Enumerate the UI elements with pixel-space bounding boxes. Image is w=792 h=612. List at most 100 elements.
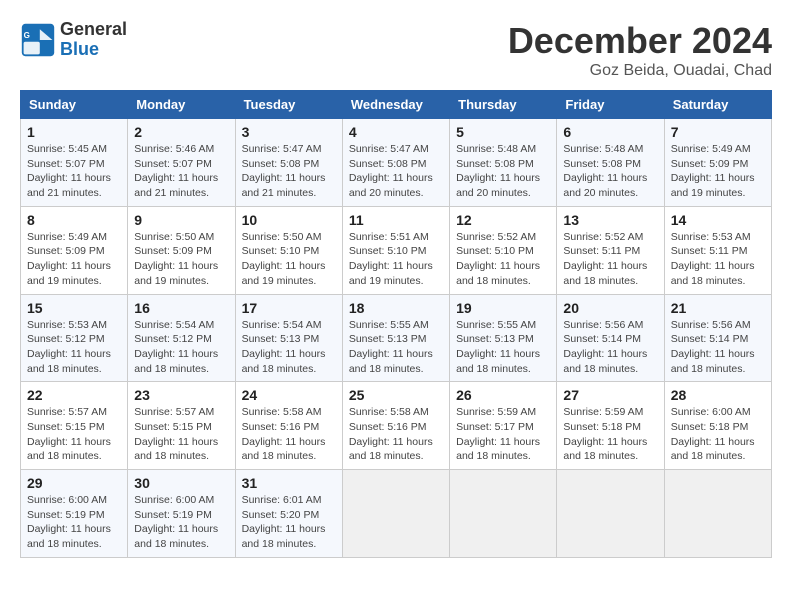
- day-number: 2: [134, 124, 228, 140]
- calendar-day-12: 12 Sunrise: 5:52 AM Sunset: 5:10 PM Dayli…: [450, 206, 557, 294]
- day-info: Sunrise: 5:55 AM Sunset: 5:13 PM Dayligh…: [456, 318, 550, 377]
- day-info: Sunrise: 5:48 AM Sunset: 5:08 PM Dayligh…: [563, 142, 657, 201]
- day-info: Sunrise: 5:49 AM Sunset: 5:09 PM Dayligh…: [27, 230, 121, 289]
- day-info: Sunrise: 5:47 AM Sunset: 5:08 PM Dayligh…: [242, 142, 336, 201]
- day-info: Sunrise: 5:48 AM Sunset: 5:08 PM Dayligh…: [456, 142, 550, 201]
- day-info: Sunrise: 5:51 AM Sunset: 5:10 PM Dayligh…: [349, 230, 443, 289]
- day-number: 25: [349, 387, 443, 403]
- calendar-day-27: 27 Sunrise: 5:59 AM Sunset: 5:18 PM Dayli…: [557, 382, 664, 470]
- day-info: Sunrise: 5:50 AM Sunset: 5:10 PM Dayligh…: [242, 230, 336, 289]
- calendar-day-20: 20 Sunrise: 5:56 AM Sunset: 5:14 PM Dayli…: [557, 294, 664, 382]
- calendar-day-18: 18 Sunrise: 5:55 AM Sunset: 5:13 PM Dayli…: [342, 294, 449, 382]
- calendar-day-29: 29Sunrise: 6:00 AM Sunset: 5:19 PM Dayli…: [21, 470, 128, 558]
- day-info: Sunrise: 5:53 AM Sunset: 5:12 PM Dayligh…: [27, 318, 121, 377]
- day-info: Sunrise: 5:53 AM Sunset: 5:11 PM Dayligh…: [671, 230, 765, 289]
- weekday-header-tuesday: Tuesday: [235, 91, 342, 119]
- calendar-day-13: 13 Sunrise: 5:52 AM Sunset: 5:11 PM Dayli…: [557, 206, 664, 294]
- calendar-day-7: 7Sunrise: 5:49 AM Sunset: 5:09 PM Daylig…: [664, 119, 771, 207]
- calendar-day-21: 21Sunrise: 5:56 AM Sunset: 5:14 PM Dayli…: [664, 294, 771, 382]
- day-info: Sunrise: 5:50 AM Sunset: 5:09 PM Dayligh…: [134, 230, 228, 289]
- calendar-day-23: 23 Sunrise: 5:57 AM Sunset: 5:15 PM Dayli…: [128, 382, 235, 470]
- day-number: 13: [563, 212, 657, 228]
- day-info: Sunrise: 5:52 AM Sunset: 5:10 PM Dayligh…: [456, 230, 550, 289]
- calendar-week-2: 8 Sunrise: 5:49 AM Sunset: 5:09 PM Daylig…: [21, 206, 772, 294]
- day-number: 17: [242, 300, 336, 316]
- location-title: Goz Beida, Ouadai, Chad: [508, 62, 772, 80]
- calendar-day-5: 5 Sunrise: 5:48 AM Sunset: 5:08 PM Daylig…: [450, 119, 557, 207]
- day-number: 12: [456, 212, 550, 228]
- day-info: Sunrise: 5:54 AM Sunset: 5:12 PM Dayligh…: [134, 318, 228, 377]
- day-info: Sunrise: 5:55 AM Sunset: 5:13 PM Dayligh…: [349, 318, 443, 377]
- day-number: 6: [563, 124, 657, 140]
- day-number: 20: [563, 300, 657, 316]
- day-number: 24: [242, 387, 336, 403]
- calendar-week-5: 29Sunrise: 6:00 AM Sunset: 5:19 PM Dayli…: [21, 470, 772, 558]
- empty-cell: [664, 470, 771, 558]
- day-number: 10: [242, 212, 336, 228]
- calendar-day-16: 16Sunrise: 5:54 AM Sunset: 5:12 PM Dayli…: [128, 294, 235, 382]
- day-info: Sunrise: 6:00 AM Sunset: 5:18 PM Dayligh…: [671, 405, 765, 464]
- calendar-day-17: 17 Sunrise: 5:54 AM Sunset: 5:13 PM Dayli…: [235, 294, 342, 382]
- day-number: 19: [456, 300, 550, 316]
- logo-line1: General: [60, 20, 127, 40]
- calendar-day-10: 10 Sunrise: 5:50 AM Sunset: 5:10 PM Dayli…: [235, 206, 342, 294]
- day-number: 18: [349, 300, 443, 316]
- day-info: Sunrise: 5:46 AM Sunset: 5:07 PM Dayligh…: [134, 142, 228, 201]
- day-info: Sunrise: 5:58 AM Sunset: 5:16 PM Dayligh…: [349, 405, 443, 464]
- day-number: 31: [242, 475, 336, 491]
- day-number: 27: [563, 387, 657, 403]
- calendar-day-25: 25 Sunrise: 5:58 AM Sunset: 5:16 PM Dayli…: [342, 382, 449, 470]
- day-number: 7: [671, 124, 765, 140]
- svg-text:G: G: [24, 31, 30, 40]
- calendar-day-31: 31 Sunrise: 6:01 AM Sunset: 5:20 PM Dayli…: [235, 470, 342, 558]
- calendar-week-4: 22Sunrise: 5:57 AM Sunset: 5:15 PM Dayli…: [21, 382, 772, 470]
- day-info: Sunrise: 6:01 AM Sunset: 5:20 PM Dayligh…: [242, 493, 336, 552]
- day-info: Sunrise: 5:56 AM Sunset: 5:14 PM Dayligh…: [563, 318, 657, 377]
- calendar-day-28: 28 Sunrise: 6:00 AM Sunset: 5:18 PM Dayli…: [664, 382, 771, 470]
- title-area: December 2024 Goz Beida, Ouadai, Chad: [508, 20, 772, 80]
- day-info: Sunrise: 5:58 AM Sunset: 5:16 PM Dayligh…: [242, 405, 336, 464]
- weekday-header-friday: Friday: [557, 91, 664, 119]
- day-number: 15: [27, 300, 121, 316]
- day-number: 5: [456, 124, 550, 140]
- day-number: 23: [134, 387, 228, 403]
- calendar-day-22: 22Sunrise: 5:57 AM Sunset: 5:15 PM Dayli…: [21, 382, 128, 470]
- calendar-day-6: 6 Sunrise: 5:48 AM Sunset: 5:08 PM Daylig…: [557, 119, 664, 207]
- weekday-header-wednesday: Wednesday: [342, 91, 449, 119]
- calendar-day-19: 19 Sunrise: 5:55 AM Sunset: 5:13 PM Dayli…: [450, 294, 557, 382]
- calendar-day-26: 26 Sunrise: 5:59 AM Sunset: 5:17 PM Dayli…: [450, 382, 557, 470]
- calendar-week-1: 1 Sunrise: 5:45 AM Sunset: 5:07 PM Daylig…: [21, 119, 772, 207]
- day-info: Sunrise: 5:59 AM Sunset: 5:17 PM Dayligh…: [456, 405, 550, 464]
- day-number: 28: [671, 387, 765, 403]
- calendar-day-11: 11Sunrise: 5:51 AM Sunset: 5:10 PM Dayli…: [342, 206, 449, 294]
- day-number: 4: [349, 124, 443, 140]
- day-number: 3: [242, 124, 336, 140]
- calendar-day-15: 15 Sunrise: 5:53 AM Sunset: 5:12 PM Dayli…: [21, 294, 128, 382]
- calendar-day-24: 24 Sunrise: 5:58 AM Sunset: 5:16 PM Dayli…: [235, 382, 342, 470]
- logo-line2: Blue: [60, 40, 127, 60]
- day-number: 8: [27, 212, 121, 228]
- calendar-day-9: 9Sunrise: 5:50 AM Sunset: 5:09 PM Daylig…: [128, 206, 235, 294]
- day-info: Sunrise: 5:52 AM Sunset: 5:11 PM Dayligh…: [563, 230, 657, 289]
- calendar-table: SundayMondayTuesdayWednesdayThursdayFrid…: [20, 90, 772, 558]
- day-info: Sunrise: 5:56 AM Sunset: 5:14 PM Dayligh…: [671, 318, 765, 377]
- weekday-header-saturday: Saturday: [664, 91, 771, 119]
- day-info: Sunrise: 5:54 AM Sunset: 5:13 PM Dayligh…: [242, 318, 336, 377]
- day-info: Sunrise: 5:45 AM Sunset: 5:07 PM Dayligh…: [27, 142, 121, 201]
- day-number: 30: [134, 475, 228, 491]
- day-info: Sunrise: 5:57 AM Sunset: 5:15 PM Dayligh…: [134, 405, 228, 464]
- weekday-header-thursday: Thursday: [450, 91, 557, 119]
- logo-icon: G: [20, 22, 56, 58]
- calendar-day-14: 14 Sunrise: 5:53 AM Sunset: 5:11 PM Dayli…: [664, 206, 771, 294]
- empty-cell: [557, 470, 664, 558]
- day-number: 26: [456, 387, 550, 403]
- calendar-body: 1 Sunrise: 5:45 AM Sunset: 5:07 PM Daylig…: [21, 119, 772, 558]
- day-info: Sunrise: 5:47 AM Sunset: 5:08 PM Dayligh…: [349, 142, 443, 201]
- day-number: 14: [671, 212, 765, 228]
- day-info: Sunrise: 5:59 AM Sunset: 5:18 PM Dayligh…: [563, 405, 657, 464]
- day-number: 1: [27, 124, 121, 140]
- logo: G General Blue: [20, 20, 127, 60]
- calendar-day-2: 2 Sunrise: 5:46 AM Sunset: 5:07 PM Daylig…: [128, 119, 235, 207]
- month-title: December 2024: [508, 20, 772, 62]
- weekday-header-monday: Monday: [128, 91, 235, 119]
